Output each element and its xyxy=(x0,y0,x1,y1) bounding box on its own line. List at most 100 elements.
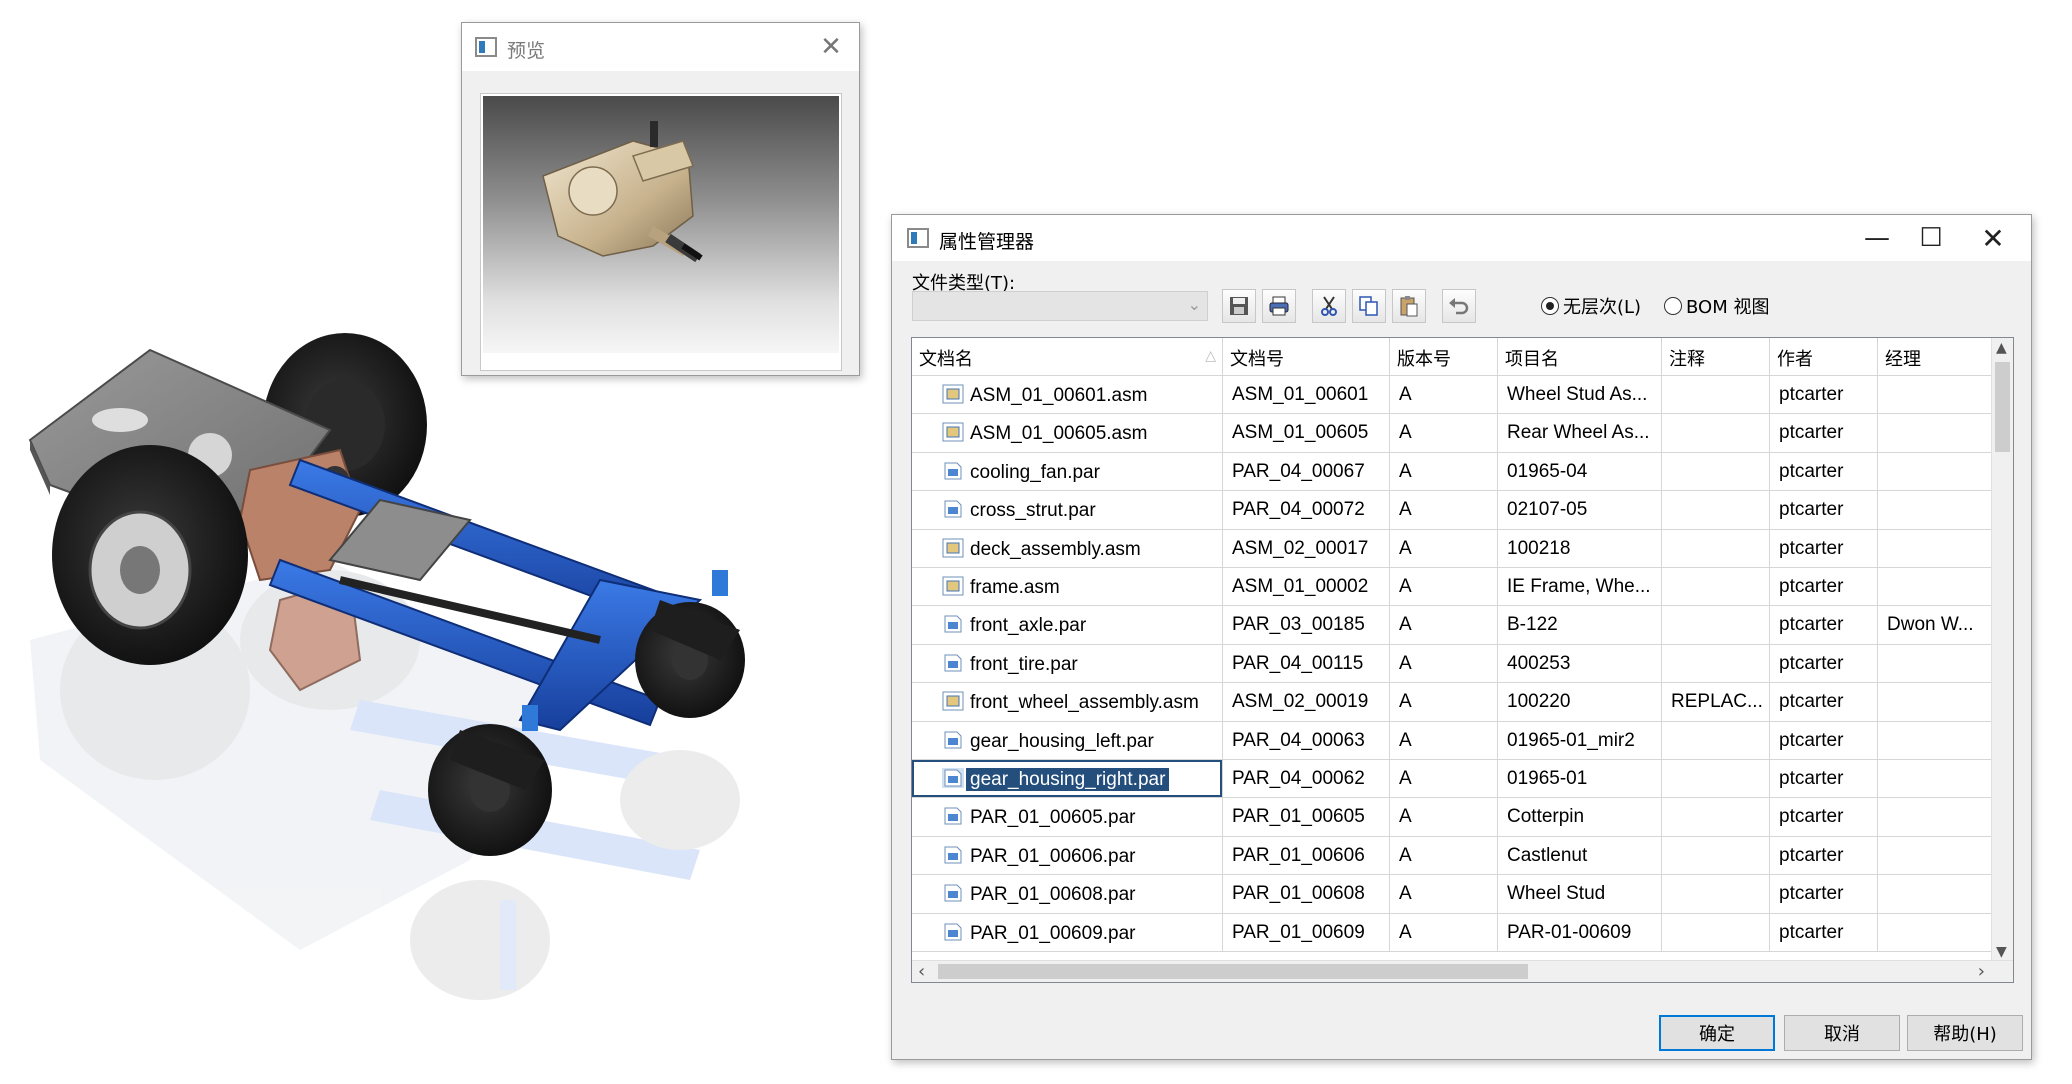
undo-button[interactable] xyxy=(1442,289,1476,323)
table-cell-author: ptcarter xyxy=(1770,683,1878,722)
table-row[interactable]: PAR_01_00605.par PAR_01_00605 A Cotterpin pt… xyxy=(912,798,1993,837)
horizontal-scroll-thumb[interactable] xyxy=(938,964,1528,979)
table-cell-comment xyxy=(1662,414,1770,453)
table-cell-name: deck_assembly.asm xyxy=(912,529,1223,568)
assembly-file-icon xyxy=(942,691,964,711)
table-row[interactable]: gear_housing_left.par PAR_04_00063 A 01965-… xyxy=(912,721,1993,760)
paste-icon xyxy=(1400,296,1418,317)
document-name: PAR_01_00605.par xyxy=(970,807,1136,829)
radio-unselected-icon xyxy=(1664,297,1682,315)
copy-button[interactable] xyxy=(1352,289,1386,323)
column-header-docname[interactable]: 文档名 △ xyxy=(912,338,1223,376)
document-name: deck_assembly.asm xyxy=(970,538,1141,560)
document-name: front_tire.par xyxy=(970,653,1078,675)
table-cell-docno: PAR_01_00608 xyxy=(1223,875,1390,914)
print-button[interactable] xyxy=(1262,289,1296,323)
table-cell-rev: A xyxy=(1390,529,1498,568)
column-header-docno[interactable]: 文档号 xyxy=(1223,338,1390,376)
help-button[interactable]: 帮助(H) xyxy=(1907,1015,2023,1051)
table-cell-manager xyxy=(1878,875,1993,914)
table-cell-project: 01965-01_mir2 xyxy=(1498,721,1662,760)
minimize-icon[interactable]: — xyxy=(1857,218,1897,258)
bom-view-label: BOM 视图 xyxy=(1686,297,1770,318)
column-header-comment[interactable]: 注释 xyxy=(1662,338,1770,376)
scroll-right-icon[interactable]: › xyxy=(1978,961,1985,982)
table-row[interactable]: gear_housing_right.par PAR_04_00062 A 01965… xyxy=(912,760,1993,799)
table-cell-manager xyxy=(1878,376,1993,415)
column-header-label: 作者 xyxy=(1777,349,1813,370)
close-icon[interactable]: ✕ xyxy=(811,27,851,67)
vertical-scrollbar[interactable]: ▲ ▼ xyxy=(1991,338,2013,962)
bom-view-radio[interactable]: BOM 视图 xyxy=(1664,293,1769,319)
scroll-left-icon[interactable]: ‹ xyxy=(918,961,925,982)
table-cell-name: PAR_01_00609.par xyxy=(912,913,1223,952)
table-cell-manager xyxy=(1878,414,1993,453)
vertical-scroll-thumb[interactable] xyxy=(1995,362,2010,452)
document-name: gear_housing_left.par xyxy=(970,730,1154,752)
table-cell-rev: A xyxy=(1390,568,1498,607)
table-row[interactable]: PAR_01_00606.par PAR_01_00606 A Castlenut pt… xyxy=(912,836,1993,876)
cancel-button[interactable]: 取消 xyxy=(1784,1015,1900,1051)
table-cell-project: Rear Wheel As... xyxy=(1498,414,1662,453)
column-header-revision[interactable]: 版本号 xyxy=(1390,338,1498,376)
table-cell-manager xyxy=(1878,452,1993,492)
table-cell-manager xyxy=(1878,683,1993,722)
table-cell-rev: A xyxy=(1390,376,1498,415)
table-cell-manager xyxy=(1878,529,1993,568)
table-cell-name: gear_housing_left.par xyxy=(912,721,1223,760)
ok-button[interactable]: 确定 xyxy=(1659,1015,1775,1051)
table-row[interactable]: cross_strut.par PAR_04_00072 A 02107-05 ptca… xyxy=(912,491,1993,530)
part-file-icon xyxy=(942,653,964,673)
front-caster-left xyxy=(428,724,552,856)
table-cell-name: gear_housing_right.par xyxy=(912,760,1223,799)
table-cell-author: ptcarter xyxy=(1770,798,1878,837)
property-table[interactable]: 文档名 △ 文档号 版本号 项目名 注释 作者 经理 ASM_01_00601.… xyxy=(911,337,2014,983)
column-header-author[interactable]: 作者 xyxy=(1770,338,1878,376)
scroll-down-icon[interactable]: ▼ xyxy=(1996,944,2007,960)
part-file-icon xyxy=(942,499,964,519)
close-icon[interactable]: ✕ xyxy=(1973,218,2013,258)
document-name: front_wheel_assembly.asm xyxy=(970,692,1199,714)
scroll-up-icon[interactable]: ▲ xyxy=(1996,340,2007,356)
document-name: gear_housing_right.par xyxy=(964,767,1171,792)
table-cell-docno: PAR_01_00606 xyxy=(1223,836,1390,876)
table-row[interactable]: front_axle.par PAR_03_00185 A B-122 ptcarter… xyxy=(912,606,1993,645)
table-cell-project: IE Frame, Whe... xyxy=(1498,568,1662,607)
filetype-dropdown[interactable]: ⌄ xyxy=(912,291,1208,321)
print-icon xyxy=(1269,296,1289,316)
table-cell-name: ASM_01_00601.asm xyxy=(912,376,1223,415)
column-header-project[interactable]: 项目名 xyxy=(1498,338,1662,376)
table-row[interactable]: frame.asm ASM_01_00002 A IE Frame, Whe... pt… xyxy=(912,568,1993,607)
column-header-manager[interactable]: 经理 xyxy=(1878,338,1993,376)
table-cell-rev: A xyxy=(1390,452,1498,492)
table-cell-author: ptcarter xyxy=(1770,606,1878,645)
table-row[interactable]: front_wheel_assembly.asm ASM_02_00019 A 100… xyxy=(912,683,1993,722)
table-row[interactable]: PAR_01_00609.par PAR_01_00609 A PAR-01-0060… xyxy=(912,913,1993,952)
table-cell-manager xyxy=(1878,644,1993,684)
cut-button[interactable] xyxy=(1312,289,1346,323)
paste-button[interactable] xyxy=(1392,289,1426,323)
horizontal-scrollbar[interactable]: ‹ › xyxy=(912,960,2013,982)
table-cell-comment xyxy=(1662,452,1770,492)
table-row[interactable]: ASM_01_00605.asm ASM_01_00605 A Rear Wheel … xyxy=(912,414,1993,453)
table-cell-author: ptcarter xyxy=(1770,913,1878,952)
table-row[interactable]: deck_assembly.asm ASM_02_00017 A 100218 ptca… xyxy=(912,529,1993,568)
flat-view-radio[interactable]: 无层次(L) xyxy=(1541,293,1641,319)
table-cell-rev: A xyxy=(1390,721,1498,760)
preview-titlebar[interactable]: 预览 ✕ xyxy=(462,23,859,71)
table-cell-project: Wheel Stud As... xyxy=(1498,376,1662,415)
table-row[interactable]: PAR_01_00608.par PAR_01_00608 A Wheel Stud p… xyxy=(912,875,1993,914)
table-row[interactable]: cooling_fan.par PAR_04_00067 A 01965-04 ptca… xyxy=(912,452,1993,492)
save-button[interactable] xyxy=(1222,289,1256,323)
table-cell-author: ptcarter xyxy=(1770,760,1878,799)
table-cell-docno: PAR_01_00609 xyxy=(1223,913,1390,952)
document-name: cross_strut.par xyxy=(970,500,1096,522)
document-name: cooling_fan.par xyxy=(970,461,1100,483)
property-manager-titlebar[interactable]: 属性管理器 — ☐ ✕ xyxy=(892,215,2031,261)
table-cell-author: ptcarter xyxy=(1770,414,1878,453)
table-row[interactable]: ASM_01_00601.asm ASM_01_00601 A Wheel Stud … xyxy=(912,376,1993,415)
maximize-icon[interactable]: ☐ xyxy=(1911,218,1951,258)
table-cell-docno: ASM_01_00002 xyxy=(1223,568,1390,607)
table-cell-comment xyxy=(1662,760,1770,799)
table-row[interactable]: front_tire.par PAR_04_00115 A 400253 ptcarte… xyxy=(912,644,1993,684)
